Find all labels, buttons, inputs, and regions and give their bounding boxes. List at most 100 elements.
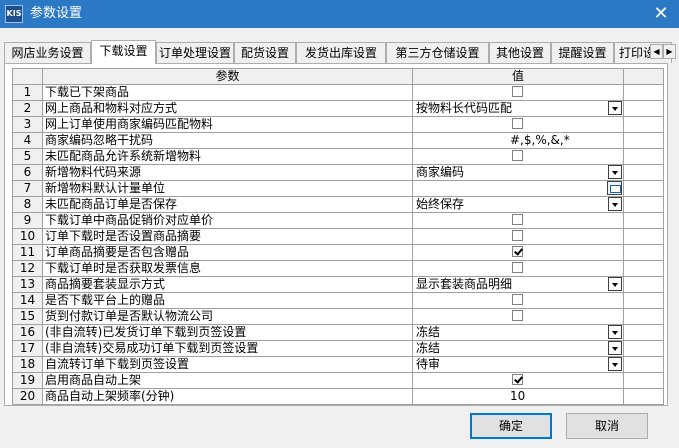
param-value-cell[interactable]: 10	[412, 388, 624, 405]
picker-icon[interactable]	[607, 181, 622, 195]
row-number: 20	[12, 388, 43, 405]
row-number: 1	[12, 84, 43, 101]
param-value-cell[interactable]: 始终保存	[412, 196, 624, 213]
close-icon[interactable]: ✕	[643, 0, 679, 28]
param-value-cell[interactable]	[412, 148, 624, 165]
text-value: #,$,%,&,*	[510, 133, 570, 148]
row-filler	[623, 84, 664, 101]
table-row: 2 网上商品和物料对应方式 按物料长代码匹配	[12, 100, 664, 117]
row-number: 10	[12, 228, 43, 245]
param-checkbox[interactable]	[512, 374, 523, 385]
ok-button[interactable]: 确定	[470, 413, 552, 439]
param-value-cell[interactable]: 商家编码	[412, 164, 624, 181]
param-value-cell[interactable]: #,$,%,&,*	[412, 132, 624, 149]
tab-4[interactable]: 配货设置	[234, 42, 296, 63]
param-value-cell[interactable]	[412, 260, 624, 277]
header-value: 值	[412, 68, 624, 85]
dialog-window: { "window": {"icon_text": "KIS", "title"…	[0, 0, 679, 448]
tab-8[interactable]: 提醒设置	[551, 42, 614, 63]
param-name: 下载已下架商品	[42, 84, 413, 101]
table-row: 16 (非自流转)已发货订单下载到页签设置 冻结	[12, 324, 664, 341]
combo-value: 始终保存	[416, 197, 465, 212]
dropdown-arrow-icon[interactable]	[608, 341, 622, 355]
cancel-button[interactable]: 取消	[566, 413, 648, 439]
param-checkbox[interactable]	[512, 230, 523, 241]
row-number: 6	[12, 164, 43, 181]
param-value-cell[interactable]: 冻结	[412, 324, 624, 341]
param-name: (非自流转)交易成功订单下载到页签设置	[42, 340, 413, 357]
param-checkbox[interactable]	[512, 294, 523, 305]
param-value-cell[interactable]: 按物料长代码匹配	[412, 100, 624, 117]
row-number: 9	[12, 212, 43, 229]
table-row: 5 未匹配商品允许系统新增物料	[12, 148, 664, 165]
dropdown-arrow-icon[interactable]	[608, 165, 622, 179]
param-value-cell[interactable]: 显示套装商品明细	[412, 276, 624, 293]
combo-value: 按物料长代码匹配	[416, 101, 513, 116]
param-checkbox[interactable]	[512, 86, 523, 97]
param-checkbox[interactable]	[512, 150, 523, 161]
tab-scroll-left-icon[interactable]: ◀	[650, 44, 663, 59]
combo-value: 冻结	[416, 341, 441, 356]
tab-scroll-right-icon[interactable]: ▶	[663, 44, 676, 59]
tab-3[interactable]: 订单处理设置	[156, 42, 234, 63]
row-filler	[623, 340, 664, 357]
param-name: 未匹配商品允许系统新增物料	[42, 148, 413, 165]
param-checkbox[interactable]	[512, 262, 523, 273]
row-number: 11	[12, 244, 43, 261]
row-filler	[623, 228, 664, 245]
param-name: (非自流转)已发货订单下载到页签设置	[42, 324, 413, 341]
table-row: 19 启用商品自动上架	[12, 372, 664, 389]
row-number: 17	[12, 340, 43, 357]
tab-5[interactable]: 发货出库设置	[296, 42, 386, 63]
param-value-cell[interactable]	[412, 84, 624, 101]
param-value-cell[interactable]	[412, 180, 624, 197]
table-row: 12 下载订单时是否获取发票信息	[12, 260, 664, 277]
dropdown-arrow-icon[interactable]	[608, 277, 622, 291]
table-row: 18 自流转订单下载到页签设置 待审	[12, 356, 664, 373]
param-value-cell[interactable]	[412, 372, 624, 389]
row-filler	[623, 148, 664, 165]
param-value-cell[interactable]: 冻结	[412, 340, 624, 357]
row-filler	[623, 116, 664, 133]
param-value-cell[interactable]	[412, 308, 624, 325]
param-value-cell[interactable]	[412, 228, 624, 245]
param-name: 是否下载平台上的赠品	[42, 292, 413, 309]
param-value-cell[interactable]	[412, 244, 624, 261]
dropdown-arrow-icon[interactable]	[608, 325, 622, 339]
title-bar: KIS 参数设置 ✕	[0, 0, 679, 28]
row-filler	[623, 164, 664, 181]
tab-7[interactable]: 其他设置	[489, 42, 551, 63]
row-filler	[623, 132, 664, 149]
tab-6[interactable]: 第三方仓储设置	[386, 42, 489, 63]
dropdown-arrow-icon[interactable]	[608, 357, 622, 371]
row-filler	[623, 212, 664, 229]
row-number: 5	[12, 148, 43, 165]
param-value-cell[interactable]	[412, 292, 624, 309]
row-filler	[623, 100, 664, 117]
param-name: 自流转订单下载到页签设置	[42, 356, 413, 373]
param-value-cell[interactable]	[412, 212, 624, 229]
header-filler	[623, 68, 664, 85]
table-row: 20 商品自动上架频率(分钟) 10	[12, 388, 664, 405]
param-value-cell[interactable]	[412, 116, 624, 133]
param-value-cell[interactable]: 待审	[412, 356, 624, 373]
tab-1[interactable]: 网店业务设置	[4, 42, 91, 63]
row-number: 19	[12, 372, 43, 389]
param-checkbox[interactable]	[512, 214, 523, 225]
row-filler	[623, 276, 664, 293]
table-row: 8 未匹配商品订单是否保存 始终保存	[12, 196, 664, 213]
param-checkbox[interactable]	[512, 118, 523, 129]
table-row: 14 是否下载平台上的赠品	[12, 292, 664, 309]
param-checkbox[interactable]	[512, 246, 523, 257]
table-row: 4 商家编码忽略干扰码 #,$,%,&,*	[12, 132, 664, 149]
dropdown-arrow-icon[interactable]	[608, 197, 622, 211]
tab-2[interactable]: 下载设置	[91, 40, 156, 64]
param-checkbox[interactable]	[512, 310, 523, 321]
header-param: 参数	[42, 68, 413, 85]
table-row: 3 网上订单使用商家编码匹配物料	[12, 116, 664, 133]
dropdown-arrow-icon[interactable]	[608, 101, 622, 115]
row-number: 15	[12, 308, 43, 325]
app-logo-icon: KIS	[5, 5, 23, 23]
row-number: 13	[12, 276, 43, 293]
row-number: 14	[12, 292, 43, 309]
